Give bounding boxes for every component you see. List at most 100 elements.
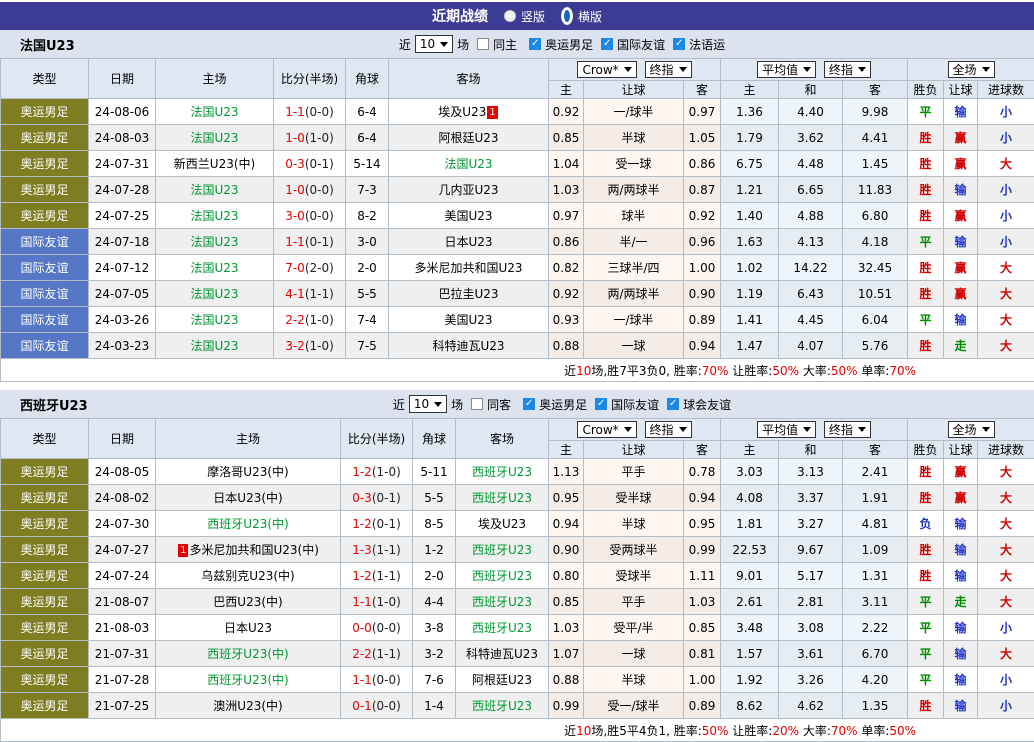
- final-odds-select[interactable]: 终指: [824, 421, 871, 438]
- team-link[interactable]: 法国U23: [190, 209, 238, 223]
- avg-away-odds: 32.45: [843, 255, 908, 281]
- team-link[interactable]: 摩洛哥U23(中): [207, 465, 288, 479]
- result-goals: 大: [978, 511, 1034, 537]
- team-link[interactable]: 日本U23: [444, 235, 492, 249]
- team-link[interactable]: 西班牙U23: [472, 595, 532, 609]
- match-type-badge: 奥运男足: [1, 537, 89, 563]
- team-link[interactable]: 法国U23: [190, 313, 238, 327]
- team-link[interactable]: 法国U23: [444, 157, 492, 171]
- match-type-badge: 奥运男足: [1, 667, 89, 693]
- fullmatch-select[interactable]: 全场: [948, 421, 995, 438]
- team-link[interactable]: 西班牙U23(中): [207, 517, 288, 531]
- filter-bar: 近 10 场 同客 奥运男足 国际友谊 球会友谊: [45, 395, 1034, 413]
- fulltime-score: 1-1: [285, 105, 305, 119]
- team-link[interactable]: 几内亚U23: [438, 183, 498, 197]
- same-venue-checkbox[interactable]: [471, 398, 483, 410]
- average-select[interactable]: 平均值: [757, 421, 816, 438]
- team-link[interactable]: 西班牙U23: [472, 621, 532, 635]
- final-odds-select[interactable]: 终指: [645, 61, 692, 78]
- average-select[interactable]: 平均值: [757, 61, 816, 78]
- avg-draw-odds: 6.43: [779, 281, 843, 307]
- team-link[interactable]: 西班牙U23(中): [207, 673, 288, 687]
- red-card-badge: 1: [487, 106, 497, 119]
- col-handicap-away: 客: [684, 81, 721, 99]
- result-outcome: 平: [908, 589, 944, 615]
- team-link[interactable]: 日本U23: [224, 621, 272, 635]
- handicap-away-odds: 0.97: [684, 99, 721, 125]
- team-link[interactable]: 法国U23: [190, 339, 238, 353]
- team-link[interactable]: 多米尼加共和国U23: [414, 261, 522, 275]
- halftime-score: (0-0): [372, 673, 401, 687]
- chevron-down-icon: [982, 427, 990, 432]
- col-corner: 角球: [413, 419, 456, 459]
- team-link[interactable]: 多米尼加共和国U23(中): [189, 543, 318, 557]
- team-link[interactable]: 日本U23(中): [213, 491, 282, 505]
- team-link[interactable]: 西班牙U23: [472, 543, 532, 557]
- team-link[interactable]: 西班牙U23: [472, 699, 532, 713]
- team-link[interactable]: 西班牙U23: [472, 465, 532, 479]
- col-avg-away: 客: [843, 81, 908, 99]
- layout-radio-horizontal[interactable]: 横版: [561, 7, 602, 25]
- away-team-cell: 美国U23: [389, 307, 549, 333]
- chevron-down-icon: [803, 427, 811, 432]
- match-type-badge: 国际友谊: [1, 333, 89, 359]
- team-link[interactable]: 法国U23: [190, 131, 238, 145]
- category-label-extra: 球会友谊: [682, 396, 732, 413]
- layout-radio-vertical[interactable]: 竖版: [504, 8, 545, 25]
- match-count-select[interactable]: 10: [415, 35, 453, 53]
- team-link[interactable]: 澳洲U23(中): [213, 699, 282, 713]
- team-link[interactable]: 西班牙U23: [472, 491, 532, 505]
- team-link[interactable]: 阿根廷U23: [438, 131, 498, 145]
- team-link[interactable]: 埃及U23: [478, 517, 526, 531]
- result-outcome: 平: [908, 307, 944, 333]
- team-link[interactable]: 阿根廷U23: [472, 673, 532, 687]
- avg-away-odds: 9.98: [843, 99, 908, 125]
- handicap-away-odds: 0.89: [684, 693, 721, 719]
- team-link[interactable]: 巴西U23(中): [213, 595, 282, 609]
- match-count-select[interactable]: 10: [409, 395, 447, 413]
- category-checkbox-extra[interactable]: [673, 38, 685, 50]
- halftime-score: (0-0): [305, 209, 334, 223]
- col-avg-home: 主: [721, 441, 779, 459]
- result-outcome: 胜: [908, 255, 944, 281]
- team-link[interactable]: 巴拉圭U23: [438, 287, 498, 301]
- team-link[interactable]: 法国U23: [190, 183, 238, 197]
- team-link[interactable]: 美国U23: [444, 209, 492, 223]
- filter-near-label: 近: [398, 36, 412, 53]
- team-link[interactable]: 美国U23: [444, 313, 492, 327]
- avg-draw-odds: 3.08: [779, 615, 843, 641]
- match-row: 国际友谊24-07-12法国U237-0(2-0)2-0多米尼加共和国U230.…: [1, 255, 1034, 281]
- fullmatch-select[interactable]: 全场: [948, 61, 995, 78]
- category-checkbox-olympic[interactable]: [523, 398, 535, 410]
- match-type-badge: 奥运男足: [1, 203, 89, 229]
- halftime-score: (1-0): [305, 313, 334, 327]
- category-checkbox-friendly[interactable]: [601, 38, 613, 50]
- team-link[interactable]: 法国U23: [190, 287, 238, 301]
- col-result-outcome: 胜负: [908, 81, 944, 99]
- bookmaker-select[interactable]: Crow*: [577, 61, 636, 78]
- team-link[interactable]: 法国U23: [190, 105, 238, 119]
- team-link[interactable]: 西班牙U23: [472, 569, 532, 583]
- final-odds-select[interactable]: 终指: [824, 61, 871, 78]
- team-link[interactable]: 法国U23: [190, 235, 238, 249]
- final-odds-select[interactable]: 终指: [645, 421, 692, 438]
- team-link[interactable]: 西班牙U23(中): [207, 647, 288, 661]
- team-link[interactable]: 埃及U23: [438, 105, 486, 119]
- same-venue-checkbox[interactable]: [477, 38, 489, 50]
- bookmaker-select[interactable]: Crow*: [577, 421, 636, 438]
- team-link[interactable]: 科特迪瓦U23: [466, 647, 538, 661]
- home-team-cell: 法国U23: [156, 229, 274, 255]
- category-checkbox-extra[interactable]: [667, 398, 679, 410]
- match-date: 24-08-05: [89, 459, 156, 485]
- team-link[interactable]: 乌兹别克U23(中): [201, 569, 294, 583]
- team-link[interactable]: 科特迪瓦U23: [432, 339, 504, 353]
- team-link[interactable]: 新西兰U23(中): [174, 157, 255, 171]
- category-checkbox-olympic[interactable]: [529, 38, 541, 50]
- team-link[interactable]: 法国U23: [190, 261, 238, 275]
- result-outcome: 平: [908, 667, 944, 693]
- avg-home-odds: 2.61: [721, 589, 779, 615]
- filter-bar: 近 10 场 同主 奥运男足 国际友谊 法语运: [45, 35, 1034, 53]
- score-cell: 0-0(0-0): [341, 615, 413, 641]
- category-checkbox-friendly[interactable]: [595, 398, 607, 410]
- result-handicap: 赢: [944, 203, 978, 229]
